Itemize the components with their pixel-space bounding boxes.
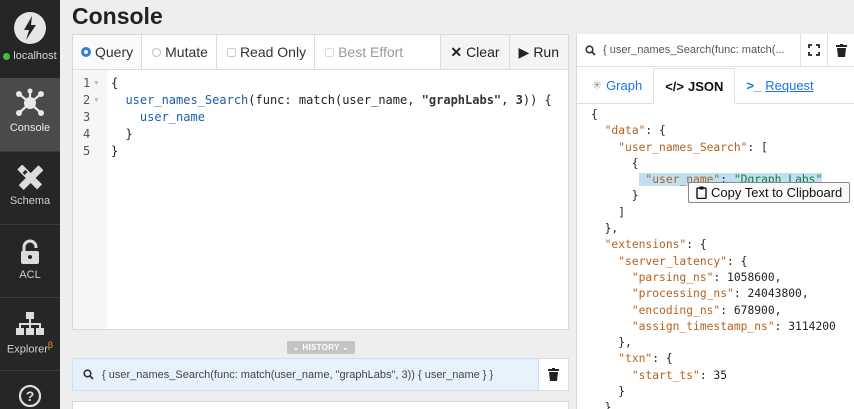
- history-toggle[interactable]: ⌄ HISTORY ⌄: [287, 341, 355, 354]
- app: localhost Console Schema ACL Explorerβ ?…: [0, 0, 854, 409]
- radio-selected-icon: [81, 47, 91, 57]
- connection-status-dot: [3, 52, 11, 60]
- help-icon: ?: [18, 384, 42, 408]
- beta-badge: β: [47, 340, 54, 350]
- read-only-checkbox[interactable]: Read Only: [217, 35, 316, 69]
- line-number: 3: [83, 110, 91, 124]
- pencil-ruler-icon: [17, 165, 43, 191]
- history-query-text: { user_names_Search(func: match(user_nam…: [102, 368, 494, 381]
- line-number: 4: [83, 127, 91, 141]
- clipboard-icon: [696, 186, 707, 199]
- mode-query-radio[interactable]: Query: [73, 35, 143, 69]
- sidebar-item-explorer[interactable]: Explorerβ: [0, 297, 60, 370]
- code-editor[interactable]: 1 ▼ 2 ▼ 3 4 5 { user_names_Search(func: ma…: [73, 70, 568, 330]
- graph-nodes-icon: [16, 88, 44, 116]
- sidebar-item-label: Explorer: [6, 343, 48, 356]
- checkbox-icon: [226, 47, 236, 57]
- code-line: user_name: [139, 110, 205, 124]
- result-panel: { user_names_Search(func: match(... ✳ Gr…: [576, 33, 854, 409]
- sidebar-item-help[interactable]: ?: [0, 370, 60, 409]
- host-label: localhost: [13, 50, 57, 62]
- tab-json[interactable]: </> JSON: [653, 68, 736, 104]
- run-button[interactable]: ▶ Run: [508, 35, 568, 69]
- history-item[interactable]: [72, 401, 569, 409]
- sidebar-item-label: Console: [9, 122, 51, 134]
- copy-to-clipboard-button[interactable]: Copy Text to Clipboard: [688, 182, 851, 203]
- search-icon: [585, 44, 596, 56]
- line-number: 2: [83, 93, 91, 107]
- sidebar: localhost Console Schema ACL Explorerβ ?: [0, 0, 60, 409]
- tab-graph[interactable]: ✳ Graph: [581, 67, 653, 103]
- sidebar-item-label: Schema: [9, 195, 51, 207]
- dgraph-logo-icon: [14, 12, 46, 44]
- svg-text:?: ?: [26, 388, 35, 404]
- code-icon: </>: [665, 78, 684, 94]
- line-gutter: 1 ▼ 2 ▼ 3 4 5: [73, 70, 107, 329]
- graph-icon: ✳: [592, 78, 603, 92]
- chevron-down-icon: ⌄: [292, 343, 300, 352]
- query-editor-panel: Query Mutate Read Only Best Effort ✕ Cle…: [72, 34, 569, 330]
- trash-icon: [835, 43, 847, 57]
- search-icon: [83, 369, 94, 380]
- play-icon: ▶: [518, 43, 530, 60]
- history-item[interactable]: { user_names_Search(func: match(user_nam…: [72, 358, 569, 391]
- clear-button[interactable]: ✕ Clear: [440, 35, 509, 69]
- sidebar-item-schema[interactable]: Schema: [0, 151, 60, 224]
- code-line: user_names_Search(func: match(user_name,…: [125, 93, 552, 107]
- checkbox-icon: [325, 47, 335, 57]
- result-query-preview: { user_names_Search(func: match(...: [603, 44, 785, 56]
- line-number: 5: [83, 144, 91, 158]
- result-tabs: ✳ Graph </> JSON >_ Request: [577, 67, 854, 104]
- sidebar-item-console[interactable]: Console: [0, 78, 60, 151]
- close-icon: ✕: [450, 43, 463, 60]
- delete-history-button[interactable]: [538, 359, 568, 390]
- sidebar-item-label: ACL: [19, 269, 41, 281]
- expand-icon: [808, 44, 820, 56]
- best-effort-checkbox[interactable]: Best Effort: [315, 35, 411, 69]
- delete-result-button[interactable]: [827, 33, 854, 67]
- radio-icon: [152, 47, 162, 57]
- fold-icon[interactable]: ▼: [94, 92, 98, 109]
- trash-icon: [548, 368, 559, 381]
- code-line: {: [111, 76, 119, 90]
- chevron-down-icon: ⌄: [342, 343, 350, 352]
- result-header: { user_names_Search(func: match(...: [577, 33, 854, 67]
- fold-icon[interactable]: ▼: [94, 75, 98, 92]
- code-line: }: [111, 144, 119, 158]
- lock-icon: [21, 239, 39, 264]
- code-lines: { user_names_Search(func: match(user_nam…: [111, 70, 552, 160]
- page-title: Console: [72, 3, 163, 29]
- org-chart-icon: [16, 312, 44, 335]
- sidebar-item-acl[interactable]: ACL: [0, 224, 60, 297]
- line-number: 1: [83, 76, 91, 90]
- editor-toolbar: Query Mutate Read Only Best Effort ✕ Cle…: [73, 35, 568, 70]
- code-line: }: [125, 127, 133, 141]
- server-connection[interactable]: localhost: [0, 0, 60, 78]
- terminal-icon: >_: [746, 77, 762, 93]
- tab-request[interactable]: >_ Request: [735, 67, 824, 103]
- fullscreen-button[interactable]: [800, 33, 827, 67]
- mode-mutate-radio[interactable]: Mutate: [142, 35, 217, 69]
- json-viewer[interactable]: { "data": { "user_names_Search": [ { "us…: [577, 104, 854, 409]
